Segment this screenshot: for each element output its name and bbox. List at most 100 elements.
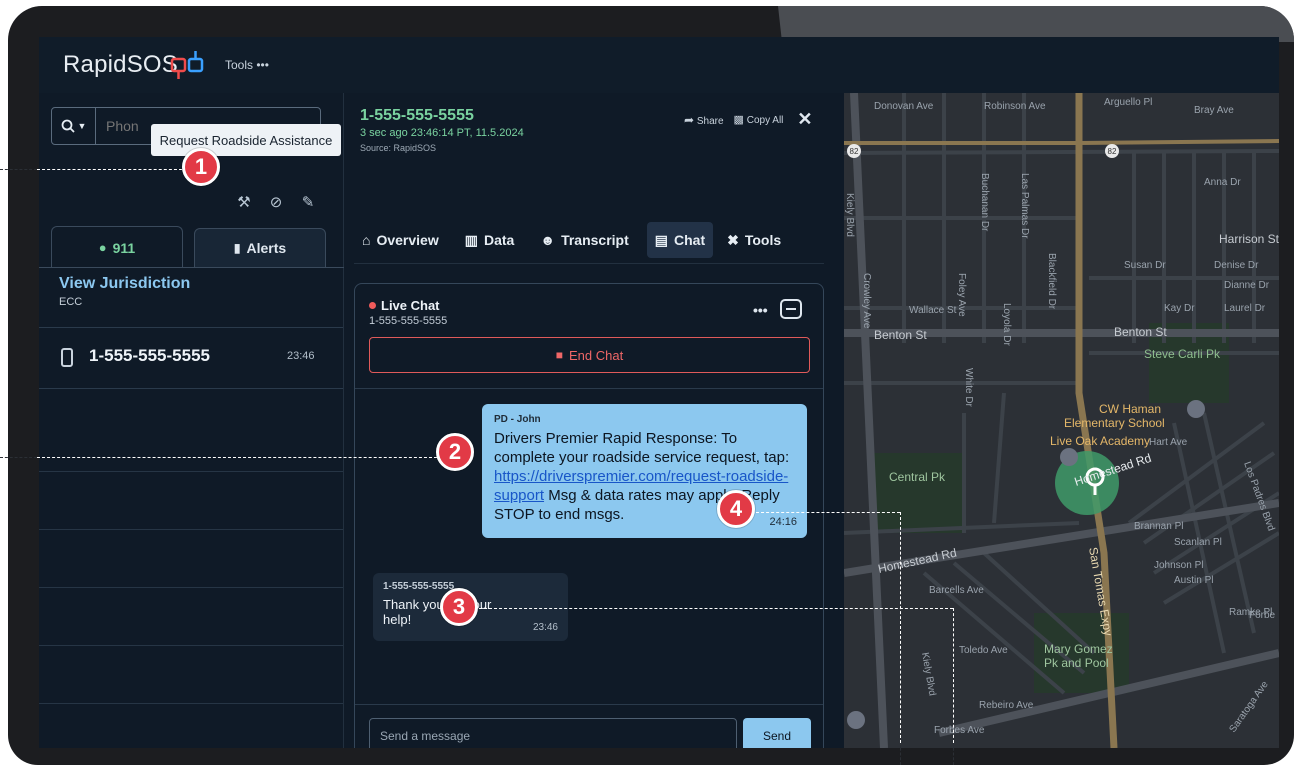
tab-chat[interactable]: ▤ Chat <box>646 222 714 258</box>
database-icon: ▥ <box>464 231 478 248</box>
map-label: Crowley Ave <box>861 273 872 329</box>
jurisdiction-subtitle: ECC <box>59 296 83 308</box>
bookmark-icon: ▮ <box>233 241 241 255</box>
callout-leader-4 <box>900 743 901 765</box>
copy-all-button[interactable]: ▩ Copy All <box>734 113 784 126</box>
tab-overview-label: Overview <box>376 232 439 248</box>
tab-overview[interactable]: ⌂ Overview <box>354 222 447 258</box>
send-button[interactable]: Send <box>743 718 811 748</box>
callout-leader-3 <box>479 608 953 609</box>
tab-data[interactable]: ▥ Data <box>457 222 523 258</box>
map-label: Buchanan Dr <box>979 173 990 232</box>
caller-timestamp: 3 sec ago 23:46:14 PT, 11.5.2024 <box>360 127 524 139</box>
map-label: Arguello Pl <box>1104 97 1152 108</box>
more-options-icon[interactable]: ••• <box>753 302 768 318</box>
rapidsos-logo-icon <box>170 51 204 79</box>
share-label: Share <box>696 115 724 127</box>
map-label: CW Haman <box>1099 402 1161 416</box>
list-divider <box>39 645 343 646</box>
call-number: 1-555-555-5555 <box>89 346 210 365</box>
tabs-divider <box>354 263 824 264</box>
map-label: Forbe <box>1249 610 1276 621</box>
map-label: Scanlan Pl <box>1174 537 1222 548</box>
tools-menu[interactable]: Tools ••• <box>225 58 269 72</box>
close-icon[interactable]: ✕ <box>797 109 812 130</box>
map-view[interactable]: 82 82 Donovan Ave Robinson Ave Arguello … <box>844 93 1279 748</box>
message-input[interactable] <box>369 718 737 748</box>
call-time: 23:46 <box>287 350 315 362</box>
edit-icon[interactable]: ✎ <box>299 193 317 211</box>
tab-tools-label: Tools <box>744 232 782 248</box>
map-label: Harrison St <box>1219 232 1279 246</box>
map-label: Blackfield Dr <box>1046 253 1057 310</box>
hwy-82-shield: 82 <box>1108 147 1117 156</box>
list-divider <box>39 471 343 472</box>
map-label: Wallace St <box>909 305 957 316</box>
map-label: Dianne Dr <box>1224 280 1270 291</box>
map-label: Hart Ave <box>1149 437 1188 448</box>
caller-source: Source: RapidSOS <box>360 143 437 153</box>
jurisdiction-link[interactable]: View Jurisdiction <box>59 275 190 293</box>
live-indicator-icon <box>369 302 376 309</box>
map-label: Steve Carli Pk <box>1144 347 1221 361</box>
no-location-icon[interactable]: ⊘ <box>267 193 285 211</box>
message-time: 24:16 <box>769 516 797 528</box>
callout-leader-1 <box>0 169 37 170</box>
share-button[interactable]: ➦ Share <box>684 113 724 127</box>
map-label: Foley Ave <box>956 273 967 317</box>
map-label: Elementary School <box>1064 416 1165 430</box>
map-label: Bray Ave <box>1194 105 1234 116</box>
map-label: Mary Gomez <box>1044 642 1113 656</box>
map-label: Toledo Ave <box>959 645 1008 656</box>
live-chat-number: 1-555-555-5555 <box>369 315 448 327</box>
list-divider <box>39 529 343 530</box>
map-label: Pk and Pool <box>1044 656 1109 670</box>
callout-leader-4 <box>756 512 900 513</box>
chat-bubble-icon: ■ <box>555 348 564 362</box>
incident-panel: 1-555-555-5555 3 sec ago 23:46:14 PT, 11… <box>344 93 844 748</box>
hwy-82-shield: 82 <box>850 147 859 156</box>
chat-divider <box>355 388 823 389</box>
chat-divider <box>355 704 823 705</box>
map-label: Denise Dr <box>1214 260 1259 271</box>
minimize-button[interactable] <box>780 299 802 319</box>
callout-leader-2 <box>0 457 37 458</box>
map-label: Austin Pl <box>1174 575 1213 586</box>
header-actions: ➦ Share ▩ Copy All ✕ <box>684 109 813 130</box>
outgoing-message: PD - John Drivers Premier Rapid Response… <box>482 404 807 538</box>
map-label: Benton St <box>1114 325 1167 339</box>
map-label: Barcells Ave <box>929 585 984 596</box>
tab-transcript[interactable]: ☻ Transcript <box>532 222 636 258</box>
end-chat-button[interactable]: ■ End Chat <box>369 337 810 373</box>
transcript-icon: ☻ <box>540 232 556 248</box>
street-map: 82 82 Donovan Ave Robinson Ave Arguello … <box>844 93 1279 748</box>
list-divider <box>39 703 343 704</box>
tab-911[interactable]: ● 911 <box>51 226 183 268</box>
map-label: Anna Dr <box>1204 177 1241 188</box>
mobile-phone-icon <box>61 348 73 367</box>
tools-icon: ✖ <box>727 231 739 248</box>
list-divider <box>39 587 343 588</box>
callout-leader-1 <box>37 169 182 170</box>
callout-leader-4 <box>900 512 901 743</box>
callout-leader-3 <box>953 743 954 765</box>
tab-tools[interactable]: ✖ Tools <box>719 222 789 258</box>
brand-wordmark: RapidSOS <box>63 51 178 78</box>
caret-down-icon: ▼ <box>77 121 87 131</box>
tab-alerts-label: Alerts <box>246 240 287 256</box>
tab-chat-label: Chat <box>674 232 706 248</box>
tab-alerts[interactable]: ▮ Alerts <box>194 228 326 268</box>
search-type-dropdown[interactable]: ▼ <box>52 108 96 144</box>
map-label: Central Pk <box>889 470 946 484</box>
message-sender: 1-555-555-5555 <box>383 581 455 592</box>
tooltip: Request Roadside Assistance <box>151 124 341 156</box>
map-label: Forbes Ave <box>934 725 985 736</box>
message-text: Drivers Premier Rapid Response: To compl… <box>494 430 790 466</box>
tablet-frame: RapidSOS Tools ••• ▼ Request Roadside As… <box>8 6 1294 765</box>
map-label: Susan Dr <box>1124 260 1166 271</box>
park-area <box>874 453 964 533</box>
roadside-assistance-icon[interactable]: ⚒ <box>235 193 253 211</box>
map-label: Loyola Dr <box>1001 303 1012 346</box>
jurisdiction[interactable]: View Jurisdiction ECC <box>59 275 190 308</box>
call-list-item[interactable]: 1-555-555-5555 23:46 <box>39 327 343 389</box>
